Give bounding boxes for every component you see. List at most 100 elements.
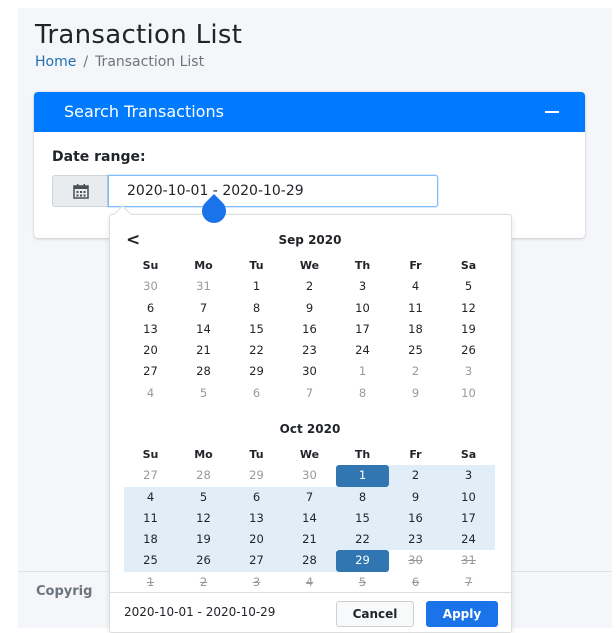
day-cell[interactable]: 9 [283,298,336,319]
day-cell[interactable]: 3 [230,572,283,593]
day-cell[interactable]: 5 [177,383,230,404]
day-cell[interactable]: 14 [283,507,336,530]
day-cell[interactable]: 27 [124,465,177,486]
day-cell[interactable]: 4 [283,572,336,593]
day-cell[interactable]: 14 [177,319,230,340]
day-cell[interactable]: 29 [230,465,283,486]
breadcrumb-home-link[interactable]: Home [35,54,76,70]
weekday-header: Fr [409,259,422,272]
day-cell[interactable]: 6 [230,383,283,404]
day-cell[interactable]: 8 [336,383,389,404]
day-cell[interactable]: 20 [124,340,177,361]
day-cell[interactable]: 16 [389,507,442,530]
day-cell[interactable]: 13 [230,507,283,530]
month-title: Sep 2020 [278,233,342,247]
day-grid: Su Mo Tu We Th Fr Sa 27 28 29 30 1 2 3 4 5 6 7 8 9 10 11 12 13 1… [124,444,496,593]
day-cell[interactable]: 22 [230,340,283,361]
day-cell[interactable]: 6 [230,486,283,508]
day-cell-selected[interactable]: 29 [336,550,389,572]
day-cell[interactable]: 12 [177,507,230,530]
day-cell[interactable]: 3 [442,361,495,382]
day-cell[interactable]: 19 [177,529,230,551]
day-cell[interactable]: 31 [177,276,230,297]
day-cell[interactable]: 6 [124,298,177,319]
day-cell[interactable]: 31 [442,550,495,571]
day-cell[interactable]: 1 [336,361,389,382]
day-cell[interactable]: 9 [389,486,442,508]
day-cell[interactable]: 7 [442,572,495,593]
day-cell[interactable]: 16 [283,319,336,340]
weekday-header: We [299,259,320,272]
day-cell[interactable]: 27 [230,550,283,572]
day-cell[interactable]: 25 [124,550,177,572]
day-cell[interactable]: 17 [336,319,389,340]
day-cell[interactable]: 24 [336,340,389,361]
day-cell[interactable]: 26 [442,340,495,361]
cancel-button[interactable]: Cancel [336,601,414,627]
day-cell[interactable]: 27 [124,361,177,382]
day-cell[interactable]: 4 [124,383,177,404]
day-cell[interactable]: 23 [283,340,336,361]
day-cell[interactable]: 30 [389,550,442,571]
day-cell[interactable]: 13 [124,319,177,340]
minus-icon[interactable] [545,111,559,113]
date-range-input[interactable] [108,175,438,207]
day-cell[interactable]: 2 [177,572,230,593]
day-cell[interactable]: 3 [336,276,389,297]
day-cell[interactable]: 8 [230,298,283,319]
chevron-left-icon[interactable]: < [126,230,140,250]
day-cell[interactable]: 19 [442,319,495,340]
day-cell[interactable]: 12 [442,298,495,319]
day-cell[interactable]: 15 [230,319,283,340]
day-cell[interactable]: 7 [283,383,336,404]
day-cell[interactable]: 23 [389,529,442,551]
day-cell[interactable]: 20 [230,529,283,551]
day-cell[interactable]: 30 [124,276,177,297]
day-cell[interactable]: 2 [389,465,442,487]
picker-footer: 2020-10-01 - 2020-10-29 Cancel Apply [110,592,511,632]
day-cell[interactable]: 4 [124,486,177,508]
day-cell[interactable]: 24 [442,529,495,551]
day-cell[interactable]: 30 [283,465,336,486]
card-title: Search Transactions [64,102,224,121]
day-cell[interactable]: 21 [177,340,230,361]
weekday-header: Su [142,448,159,461]
day-cell[interactable]: 2 [283,276,336,297]
day-cell[interactable]: 2 [389,361,442,382]
weekday-header: Tu [249,259,264,272]
day-cell[interactable]: 28 [283,550,336,572]
day-cell[interactable]: 18 [124,529,177,551]
day-cell[interactable]: 10 [442,486,495,508]
day-cell[interactable]: 3 [442,465,495,487]
day-cell-selected[interactable]: 1 [336,465,389,487]
day-cell[interactable]: 7 [283,486,336,508]
day-cell[interactable]: 1 [124,572,177,593]
day-cell[interactable]: 1 [230,276,283,297]
day-cell[interactable]: 17 [442,507,495,530]
day-cell[interactable]: 26 [177,550,230,572]
day-cell[interactable]: 10 [442,383,495,404]
day-cell[interactable]: 4 [389,276,442,297]
day-cell[interactable]: 18 [389,319,442,340]
day-cell[interactable]: 11 [389,298,442,319]
month-title: Oct 2020 [279,422,341,436]
day-cell[interactable]: 5 [177,486,230,508]
day-cell[interactable]: 5 [442,276,495,297]
day-cell[interactable]: 8 [336,486,389,508]
day-cell[interactable]: 5 [336,572,389,593]
day-cell[interactable]: 25 [389,340,442,361]
day-cell[interactable]: 21 [283,529,336,551]
day-cell[interactable]: 15 [336,507,389,530]
day-cell[interactable]: 9 [389,383,442,404]
day-cell[interactable]: 7 [177,298,230,319]
day-cell[interactable]: 29 [230,361,283,382]
day-cell[interactable]: 28 [177,361,230,382]
weekday-header: We [299,448,320,461]
day-cell[interactable]: 22 [336,529,389,551]
day-cell[interactable]: 30 [283,361,336,382]
day-cell[interactable]: 28 [177,465,230,486]
apply-button[interactable]: Apply [426,601,498,627]
day-cell[interactable]: 6 [389,572,442,593]
day-cell[interactable]: 11 [124,507,177,530]
day-cell[interactable]: 10 [336,298,389,319]
